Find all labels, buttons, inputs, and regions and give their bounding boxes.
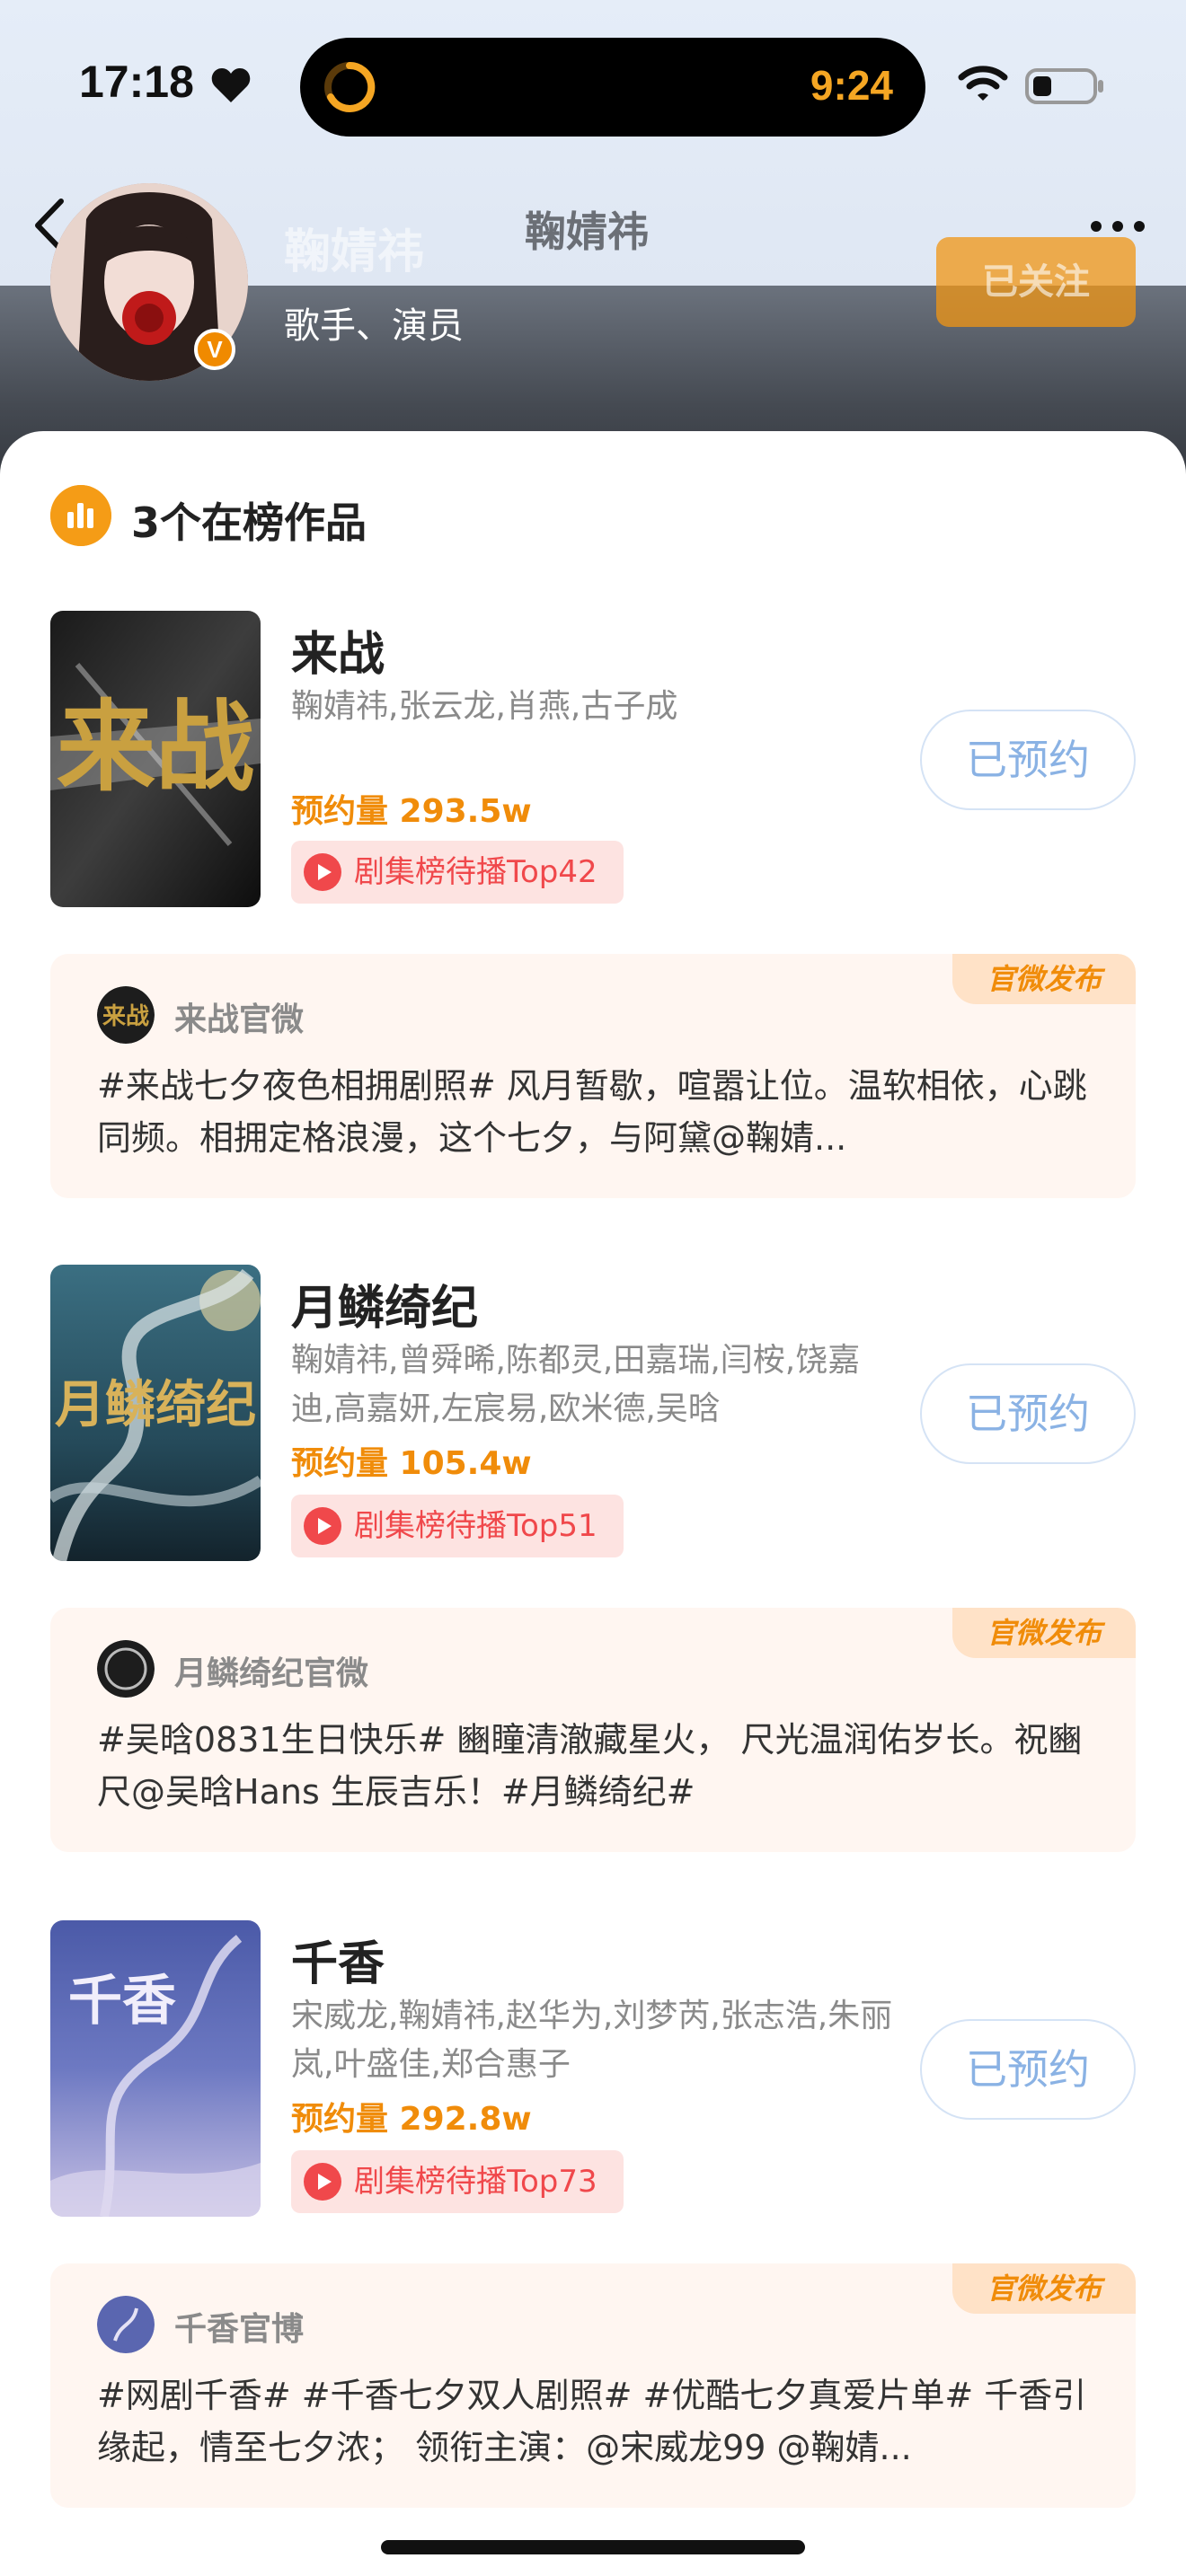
rank-badge[interactable]: 剧集榜待播Top51 <box>291 1495 624 1557</box>
dynamic-island: 9:24 <box>300 38 925 137</box>
rank-badge[interactable]: 剧集榜待播Top42 <box>291 841 624 904</box>
poster-title: 来战 <box>57 689 254 805</box>
home-indicator[interactable] <box>381 2540 805 2554</box>
timer-ring-icon <box>324 61 376 112</box>
post-text: #吴晗0831生日快乐# 豳瞳清澈藏星火， 尺光温润佑岁长。祝豳尺@吴晗Hans… <box>97 1720 1083 1812</box>
play-icon <box>304 853 341 891</box>
post-text: #网剧千香# #千香七夕双人剧照# #优酷七夕真爱片单# 千香引缘起，情至七夕浓… <box>97 2376 1087 2467</box>
poster-art: 来战 <box>50 611 261 907</box>
artist-role: 歌手、演员 <box>284 305 464 347</box>
battery-icon <box>1025 68 1103 104</box>
nav-title: 鞠婧祎 <box>525 207 649 256</box>
rank-label: 剧集榜待播Top73 <box>354 2164 597 2200</box>
poster-title: 千香 <box>68 1970 176 2033</box>
poster-art: 月鳞绮纪 <box>50 1265 261 1561</box>
follow-button[interactable]: 已关注 <box>936 237 1136 327</box>
post-avatar <box>97 1640 155 1698</box>
post-account: 千香官博 <box>174 2311 305 2348</box>
post-avatar-text: 来战 <box>102 1003 149 1030</box>
reserved-button[interactable]: 已预约 <box>920 710 1136 810</box>
poster-image[interactable]: 月鳞绮纪 <box>50 1265 261 1561</box>
work-title[interactable]: 千香 <box>291 1926 385 1993</box>
work-item: 月鳞绮纪 月鳞绮纪 鞠婧祎,曾舜晞,陈都灵,田嘉瑞,闫桉,饶嘉迪,高嘉妍,左宸易… <box>0 1265 1186 1911</box>
post-badge: 官微发布 <box>952 1608 1136 1658</box>
poster-image[interactable]: 来战 <box>50 611 261 907</box>
official-post[interactable]: 官微发布 来战 来战官微 #来战七夕夜色相拥剧照# 风月暂歇，喧嚣让位。温软相依… <box>50 954 1136 1198</box>
work-cast: 鞠婧祎,张云龙,肖燕,古子成 <box>291 688 678 725</box>
rank-label: 剧集榜待播Top51 <box>354 1508 597 1544</box>
post-text: #来战七夕夜色相拥剧照# 风月暂歇，喧嚣让位。温软相依，心跳同频。相拥定格浪漫，… <box>97 1066 1087 1158</box>
post-account: 月鳞绮纪官微 <box>174 1655 369 1692</box>
post-avatar: 来战 <box>97 986 155 1044</box>
work-item: 来战 来战 鞠婧祎,张云龙,肖燕,古子成 预约量 293.5w 剧集榜待播Top… <box>0 611 1186 1257</box>
work-cast: 宋威龙,鞠婧祎,赵华为,刘梦芮,张志浩,朱丽岚,叶盛佳,郑合惠子 <box>291 1998 893 2083</box>
post-badge: 官微发布 <box>952 954 1136 1004</box>
work-title[interactable]: 来战 <box>291 616 385 684</box>
work-item: 千香 千香 宋威龙,鞠婧祎,赵华为,刘梦芮,张志浩,朱丽岚,叶盛佳,郑合惠子 预… <box>0 1920 1186 2567</box>
status-time: 17:18 <box>79 57 194 107</box>
rank-label: 剧集榜待播Top42 <box>354 854 597 890</box>
island-timer: 9:24 <box>810 62 893 109</box>
reserve-count: 预约量 293.5w <box>291 793 532 830</box>
poster-art: 千香 <box>50 1920 261 2217</box>
work-title[interactable]: 月鳞绮纪 <box>291 1270 478 1337</box>
post-account: 来战官微 <box>174 1001 305 1038</box>
poster-image[interactable]: 千香 <box>50 1920 261 2217</box>
verified-badge: V <box>194 329 235 370</box>
more-icon[interactable] <box>1089 219 1146 234</box>
section-title: 3个在榜作品 <box>131 498 367 547</box>
artist-name: 鞠婧祎 <box>284 225 425 279</box>
reserve-count: 预约量 105.4w <box>291 1445 532 1482</box>
reserved-button[interactable]: 已预约 <box>920 2019 1136 2120</box>
reserved-button[interactable]: 已预约 <box>920 1363 1136 1464</box>
rank-badge[interactable]: 剧集榜待播Top73 <box>291 2150 624 2213</box>
poster-title: 月鳞绮纪 <box>55 1375 256 1434</box>
wifi-icon <box>958 66 1008 101</box>
play-icon <box>304 2163 341 2201</box>
heart-icon <box>211 68 251 102</box>
play-icon <box>304 1507 341 1545</box>
official-post[interactable]: 官微发布 月鳞绮纪官微 #吴晗0831生日快乐# 豳瞳清澈藏星火， 尺光温润佑岁… <box>50 1608 1136 1852</box>
chart-icon <box>50 485 111 546</box>
post-badge: 官微发布 <box>952 2263 1136 2314</box>
official-post[interactable]: 官微发布 千香官博 #网剧千香# #千香七夕双人剧照# #优酷七夕真爱片单# 千… <box>50 2263 1136 2508</box>
post-avatar <box>97 2296 155 2353</box>
reserve-count: 预约量 292.8w <box>291 2101 532 2138</box>
work-cast: 鞠婧祎,曾舜晞,陈都灵,田嘉瑞,闫桉,饶嘉迪,高嘉妍,左宸易,欧米德,吴晗 <box>291 1342 861 1427</box>
